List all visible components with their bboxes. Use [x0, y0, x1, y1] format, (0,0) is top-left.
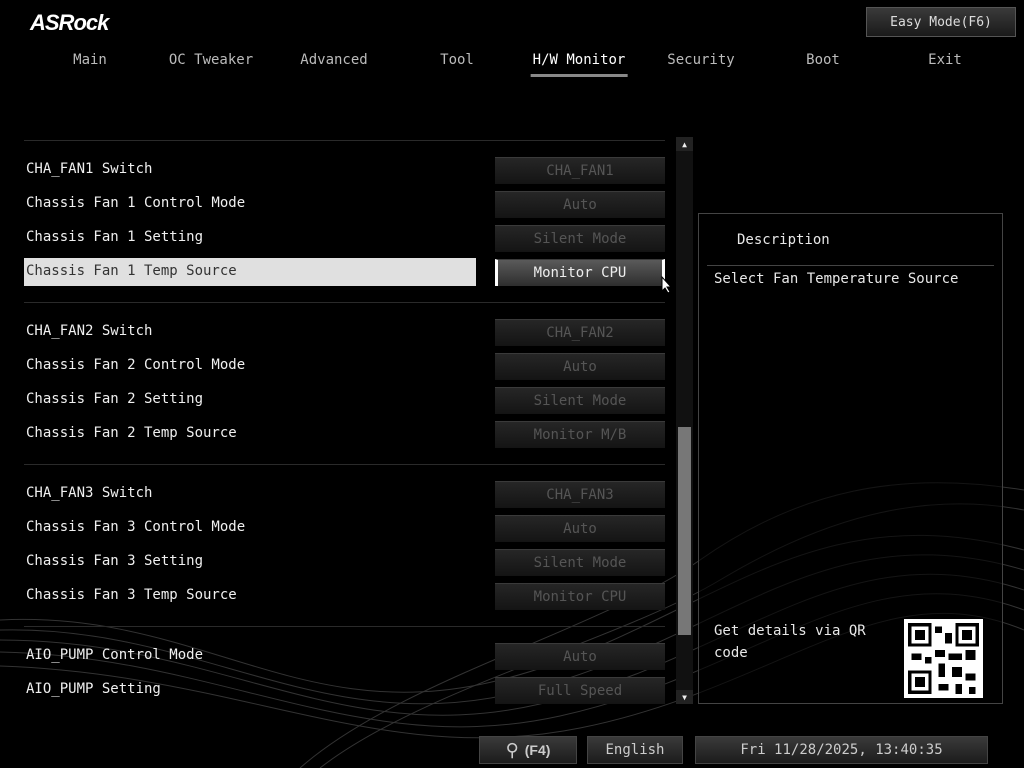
divider	[24, 140, 665, 141]
qr-code	[904, 619, 983, 698]
setting-label: AIO_PUMP Control Mode	[26, 647, 204, 663]
mouse-cursor-icon	[661, 276, 673, 294]
description-text: Select Fan Temperature Source	[714, 271, 959, 287]
setting-label: Chassis Fan 1 Temp Source	[26, 263, 237, 279]
setting-value-dropdown[interactable]: Monitor CPU	[495, 583, 665, 610]
divider	[707, 265, 994, 266]
easy-mode-button[interactable]: Easy Mode(F6)	[866, 7, 1016, 37]
setting-label: Chassis Fan 1 Control Mode	[26, 195, 246, 211]
tab-tool[interactable]: Tool	[440, 52, 474, 68]
search-button[interactable]: ⚲ (F4)	[479, 736, 577, 764]
tab-boot[interactable]: Boot	[806, 52, 840, 68]
tab-main[interactable]: Main	[73, 52, 107, 68]
main-tabs: Main OC Tweaker Advanced Tool H/W Monito…	[0, 52, 1024, 77]
setting-label: Chassis Fan 2 Temp Source	[26, 425, 237, 441]
scroll-down-icon[interactable]: ▼	[676, 690, 693, 704]
description-title: Description	[737, 232, 830, 248]
asrock-logo: ASRock	[30, 10, 109, 35]
divider	[24, 464, 665, 465]
description-panel: Description Select Fan Temperature Sourc…	[698, 213, 1003, 704]
divider	[24, 302, 665, 303]
setting-value-dropdown[interactable]: Full Speed	[495, 677, 665, 704]
tab-security[interactable]: Security	[667, 52, 734, 68]
tab-advanced[interactable]: Advanced	[300, 52, 367, 68]
setting-row[interactable]: CHA_FAN1 Switch CHA_FAN1	[24, 156, 665, 184]
setting-value-dropdown[interactable]: CHA_FAN3	[495, 481, 665, 508]
setting-value-dropdown[interactable]: Silent Mode	[495, 225, 665, 252]
setting-value-dropdown[interactable]: Silent Mode	[495, 549, 665, 576]
setting-row[interactable]: Chassis Fan 2 Temp Source Monitor M/B	[24, 420, 665, 448]
setting-row[interactable]: Chassis Fan 1 Setting Silent Mode	[24, 224, 665, 252]
setting-label: Chassis Fan 3 Setting	[26, 553, 204, 569]
setting-row[interactable]: Chassis Fan 2 Setting Silent Mode	[24, 386, 665, 414]
setting-value-dropdown[interactable]: Auto	[495, 191, 665, 218]
scrollbar[interactable]: ▲ ▼	[676, 137, 693, 704]
setting-label: Chassis Fan 2 Setting	[26, 391, 204, 407]
setting-row[interactable]: AIO_PUMP Setting Full Speed	[24, 676, 665, 704]
language-button[interactable]: English	[587, 736, 683, 764]
divider	[24, 626, 665, 627]
tab-exit[interactable]: Exit	[928, 52, 962, 68]
setting-value-dropdown[interactable]: Monitor M/B	[495, 421, 665, 448]
datetime-display: Fri 11/28/2025, 13:40:35	[695, 736, 988, 764]
setting-value-dropdown[interactable]: Monitor CPU	[495, 259, 665, 286]
setting-label: CHA_FAN1 Switch	[26, 161, 153, 177]
scrollbar-thumb[interactable]	[678, 427, 691, 635]
setting-value-dropdown[interactable]: Silent Mode	[495, 387, 665, 414]
setting-row[interactable]: Chassis Fan 3 Setting Silent Mode	[24, 548, 665, 576]
setting-value-dropdown[interactable]: Auto	[495, 353, 665, 380]
setting-label: CHA_FAN3 Switch	[26, 485, 153, 501]
setting-row[interactable]: AIO_PUMP Control Mode Auto	[24, 642, 665, 670]
setting-row[interactable]: CHA_FAN3 Switch CHA_FAN3	[24, 480, 665, 508]
setting-label: Chassis Fan 3 Temp Source	[26, 587, 237, 603]
setting-label: AIO_PUMP Setting	[26, 681, 161, 697]
scroll-up-icon[interactable]: ▲	[676, 137, 693, 151]
setting-value-dropdown[interactable]: CHA_FAN2	[495, 319, 665, 346]
setting-row[interactable]: Chassis Fan 3 Temp Source Monitor CPU	[24, 582, 665, 610]
setting-value-dropdown[interactable]: CHA_FAN1	[495, 157, 665, 184]
setting-row[interactable]: Chassis Fan 2 Control Mode Auto	[24, 352, 665, 380]
search-shortcut-label: (F4)	[524, 742, 551, 758]
search-icon: ⚲	[505, 739, 519, 761]
qr-caption: Get details via QR code	[714, 623, 866, 661]
setting-row[interactable]: Chassis Fan 1 Control Mode Auto	[24, 190, 665, 218]
tab-oc-tweaker[interactable]: OC Tweaker	[169, 52, 253, 68]
setting-row[interactable]: Chassis Fan 1 Temp Source Monitor CPU	[24, 258, 665, 286]
setting-label: Chassis Fan 1 Setting	[26, 229, 204, 245]
setting-label: Chassis Fan 2 Control Mode	[26, 357, 246, 373]
setting-row[interactable]: Chassis Fan 3 Control Mode Auto	[24, 514, 665, 542]
setting-value-dropdown[interactable]: Auto	[495, 515, 665, 542]
tab-hw-monitor[interactable]: H/W Monitor	[530, 52, 628, 77]
setting-value-dropdown[interactable]: Auto	[495, 643, 665, 670]
setting-label: CHA_FAN2 Switch	[26, 323, 153, 339]
setting-row[interactable]: CHA_FAN2 Switch CHA_FAN2	[24, 318, 665, 346]
setting-label: Chassis Fan 3 Control Mode	[26, 519, 246, 535]
